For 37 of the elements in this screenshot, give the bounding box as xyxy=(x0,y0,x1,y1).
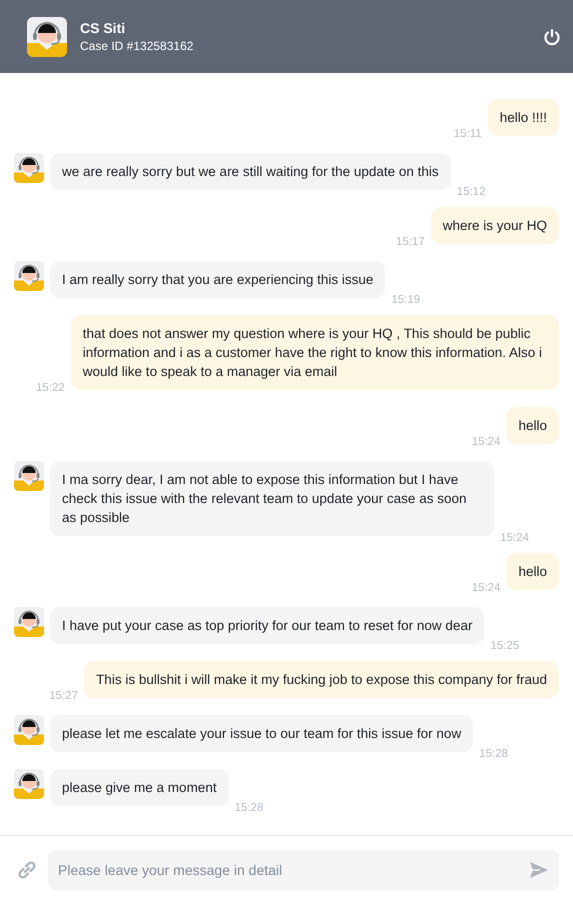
message-bubble: we are really sorry but we are still waiting for the update on this xyxy=(50,153,451,190)
message-input-field[interactable]: Please leave your message in detail xyxy=(48,850,559,890)
message-time: 15:27 xyxy=(49,690,78,702)
message-bubble: please give me a moment xyxy=(50,769,229,806)
message-bubble: where is your HQ xyxy=(430,207,559,244)
message-time: 15:22 xyxy=(36,382,65,394)
message-time: 15:24 xyxy=(472,436,500,448)
message-bubble: hello xyxy=(506,553,559,590)
agent-avatar-icon xyxy=(14,607,44,637)
message-bubble: This is bullshit i will make it my fucking job to expose this company for fraud xyxy=(84,661,559,698)
message-bubble: hello xyxy=(506,407,559,444)
message-bubble: that does not answer my question where is your HQ , This should be public information and i as a customer have the right to know this information. Also i would like to speak to a manager via email xyxy=(70,315,559,390)
agent-name: CS Siti xyxy=(80,20,126,36)
message-bubble: I ma sorry dear, I am not able to expose this information but I have check this issue with the relevant team to update your case as soon as possible xyxy=(50,461,494,536)
agent-avatar-icon xyxy=(14,715,44,745)
case-id: Case ID #132583162 xyxy=(80,39,194,53)
agent-avatar-icon xyxy=(14,769,44,799)
message-bubble: I have put your case as top priority for our team to reset for now dear xyxy=(50,607,484,644)
message-time: 15:11 xyxy=(454,128,482,140)
agent-avatar-icon xyxy=(14,261,44,291)
message-bubble: please let me escalate your issue to our team for this issue for now xyxy=(50,715,474,752)
message-time: 15:28 xyxy=(234,802,264,814)
agent-avatar-icon xyxy=(14,153,44,183)
message-time: 15:24 xyxy=(500,532,529,544)
message-time: 15:12 xyxy=(456,186,486,198)
power-button[interactable] xyxy=(543,28,561,46)
message-time: 15:17 xyxy=(396,236,425,248)
agent-avatar-icon xyxy=(27,16,67,56)
message-bubble: hello !!!! xyxy=(488,99,559,136)
message-time: 15:28 xyxy=(479,748,508,760)
message-time: 15:25 xyxy=(490,640,520,652)
agent-avatar-icon xyxy=(14,461,44,491)
message-bubble: I am really sorry that you are experiencing this issue xyxy=(50,261,386,298)
message-time: 15:19 xyxy=(391,294,420,306)
link-icon[interactable] xyxy=(16,858,38,880)
send-button[interactable] xyxy=(529,860,549,880)
message-time: 15:24 xyxy=(472,582,500,594)
